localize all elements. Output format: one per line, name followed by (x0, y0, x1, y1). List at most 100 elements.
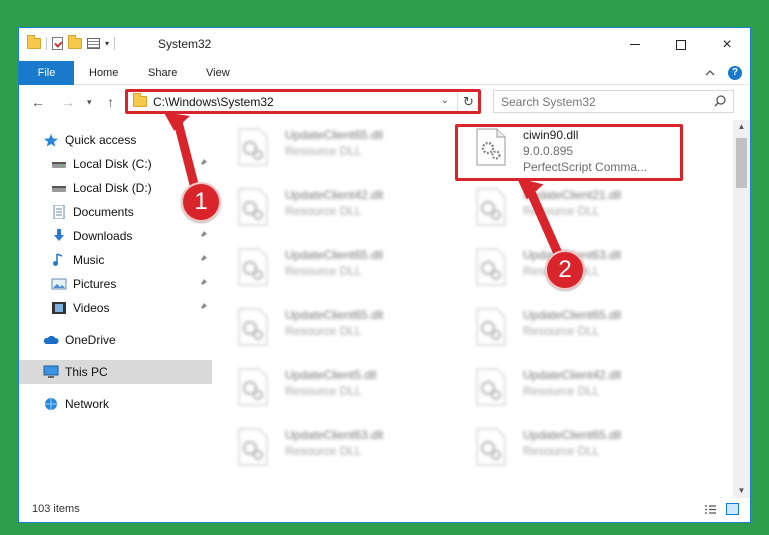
refresh-icon[interactable]: ↻ (457, 91, 479, 112)
sidebar-item-label: This PC (65, 365, 108, 379)
sidebar-item-videos[interactable]: Videos (19, 296, 212, 320)
sidebar-item-music[interactable]: Music (19, 248, 212, 272)
file-item[interactable]: UpdateClient42.dll Resource DLL (215, 180, 453, 236)
details-view-icon[interactable] (704, 504, 717, 515)
sidebar-item-this-pc[interactable]: This PC (19, 360, 212, 384)
file-item[interactable]: UpdateClient5.dll Resource DLL (215, 360, 453, 416)
dll-file-icon (238, 188, 268, 226)
file-name: UpdateClient65.dll (523, 428, 622, 442)
video-icon (52, 302, 66, 314)
sidebar-item-onedrive[interactable]: OneDrive (19, 328, 212, 352)
network-icon (45, 398, 57, 410)
minimize-button[interactable] (612, 28, 658, 61)
file-type: Resource DLL (523, 204, 600, 218)
dll-file-icon (476, 128, 506, 166)
file-item-highlighted[interactable]: ciwin90.dll 9.0.0.895 PerfectScript Comm… (453, 120, 691, 176)
sidebar-item-downloads[interactable]: Downloads (19, 224, 212, 248)
sidebar-item-network[interactable]: Network (19, 392, 212, 416)
file-item[interactable]: UpdateClient65.dll Resource DLL (453, 420, 691, 476)
address-dropdown-icon[interactable]: ⌄ (441, 95, 449, 106)
sidebar-item-quick-access[interactable]: Quick access (19, 128, 212, 152)
sidebar-item-label: Local Disk (C:) (73, 157, 152, 171)
large-icons-view-icon[interactable] (726, 503, 739, 515)
file-item[interactable]: UpdateClient63.dll Resource DLL (215, 420, 453, 476)
customize-icon[interactable] (87, 38, 100, 49)
recent-locations-icon[interactable]: ▾ (87, 97, 92, 108)
file-item[interactable]: UpdateClient65.dll Resource DLL (215, 120, 453, 176)
file-list: UpdateClient65.dll Resource DLL UpdateCl… (215, 120, 733, 500)
callout-1: 1 (181, 182, 221, 222)
file-item[interactable]: UpdateClient21.dll Resource DLL (453, 180, 691, 236)
drive-icon (52, 186, 66, 192)
help-icon[interactable]: ? (728, 66, 742, 80)
properties-check-icon[interactable] (52, 37, 63, 50)
sidebar-item-label: OneDrive (65, 333, 116, 347)
close-button[interactable]: × (704, 28, 750, 61)
scroll-down-icon[interactable]: ▼ (733, 486, 750, 498)
maximize-button[interactable] (658, 28, 704, 61)
up-arrow-icon[interactable]: ↑ (107, 94, 114, 110)
expand-ribbon-icon[interactable] (704, 67, 716, 79)
file-name: UpdateClient65.dll (285, 128, 384, 142)
dll-file-icon (476, 308, 506, 346)
file-item[interactable]: UpdateClient65.dll Resource DLL (215, 300, 453, 356)
dll-file-icon (476, 368, 506, 406)
tab-file[interactable]: File (19, 61, 74, 85)
pin-icon[interactable] (198, 254, 208, 264)
file-type: Resource DLL (285, 144, 362, 158)
pin-icon[interactable] (198, 302, 208, 312)
search-box[interactable]: Search System32 (493, 90, 734, 113)
dll-file-icon (238, 248, 268, 286)
new-folder-icon[interactable] (68, 35, 82, 49)
customize-dropdown-icon[interactable]: ▾ (105, 39, 109, 48)
file-name: UpdateClient21.dll (523, 188, 622, 202)
dll-file-icon (238, 428, 268, 466)
sidebar-item-local-disk-c[interactable]: Local Disk (C:) (19, 152, 212, 176)
pin-icon[interactable] (198, 278, 208, 288)
item-count: 103 items (32, 503, 80, 515)
dll-file-icon (238, 308, 268, 346)
address-path[interactable]: C:\Windows\System32 (153, 95, 274, 109)
tab-view[interactable]: View (206, 61, 230, 85)
file-type: Resource DLL (523, 324, 600, 338)
computer-icon (43, 365, 59, 378)
file-type: Resource DLL (285, 324, 362, 338)
drive-icon (52, 162, 66, 168)
forward-arrow-icon[interactable]: → (61, 94, 75, 110)
minimize-icon (630, 44, 640, 45)
sidebar-item-pictures[interactable]: Pictures (19, 272, 212, 296)
file-name: UpdateClient65.dll (285, 248, 384, 262)
tab-home[interactable]: Home (89, 61, 118, 85)
dll-file-icon (476, 428, 506, 466)
explorer-window: ▾ System32 × File Home Share View ? ← → … (18, 27, 751, 523)
pin-icon[interactable] (198, 158, 208, 168)
search-icon[interactable] (713, 94, 727, 108)
vertical-scrollbar[interactable]: ▲ ▼ (733, 120, 750, 500)
title-bar: ▾ System32 × (19, 28, 750, 61)
sidebar-item-label: Network (65, 397, 110, 411)
scroll-thumb[interactable] (736, 138, 747, 188)
file-item[interactable]: UpdateClient65.dll Resource DLL (453, 300, 691, 356)
status-bar: 103 items (19, 498, 750, 522)
file-name: UpdateClient65.dll (523, 308, 622, 322)
navigation-pane: Quick access Local Disk (C:) Local Disk … (19, 120, 212, 500)
download-icon (54, 229, 64, 241)
dll-file-icon (238, 368, 268, 406)
address-bar[interactable]: C:\Windows\System32 ⌄ ↻ (126, 90, 480, 113)
file-type: Resource DLL (285, 264, 362, 278)
file-type: Resource DLL (523, 384, 600, 398)
pin-icon[interactable] (198, 230, 208, 240)
file-description: PerfectScript Comma... (523, 160, 648, 174)
back-arrow-icon[interactable]: ← (31, 94, 45, 110)
file-name: UpdateClient5.dll (285, 368, 377, 382)
file-item[interactable]: UpdateClient42.dll Resource DLL (453, 360, 691, 416)
sidebar-item-label: Pictures (73, 277, 117, 291)
cloud-icon (43, 335, 59, 344)
star-icon (44, 134, 58, 147)
tab-share[interactable]: Share (148, 61, 177, 85)
search-input[interactable]: Search System32 (501, 95, 596, 109)
file-item[interactable]: UpdateClient65.dll Resource DLL (215, 240, 453, 296)
callout-2: 2 (545, 250, 585, 290)
scroll-up-icon[interactable]: ▲ (733, 122, 750, 134)
sidebar-item-label: Downloads (73, 229, 133, 243)
